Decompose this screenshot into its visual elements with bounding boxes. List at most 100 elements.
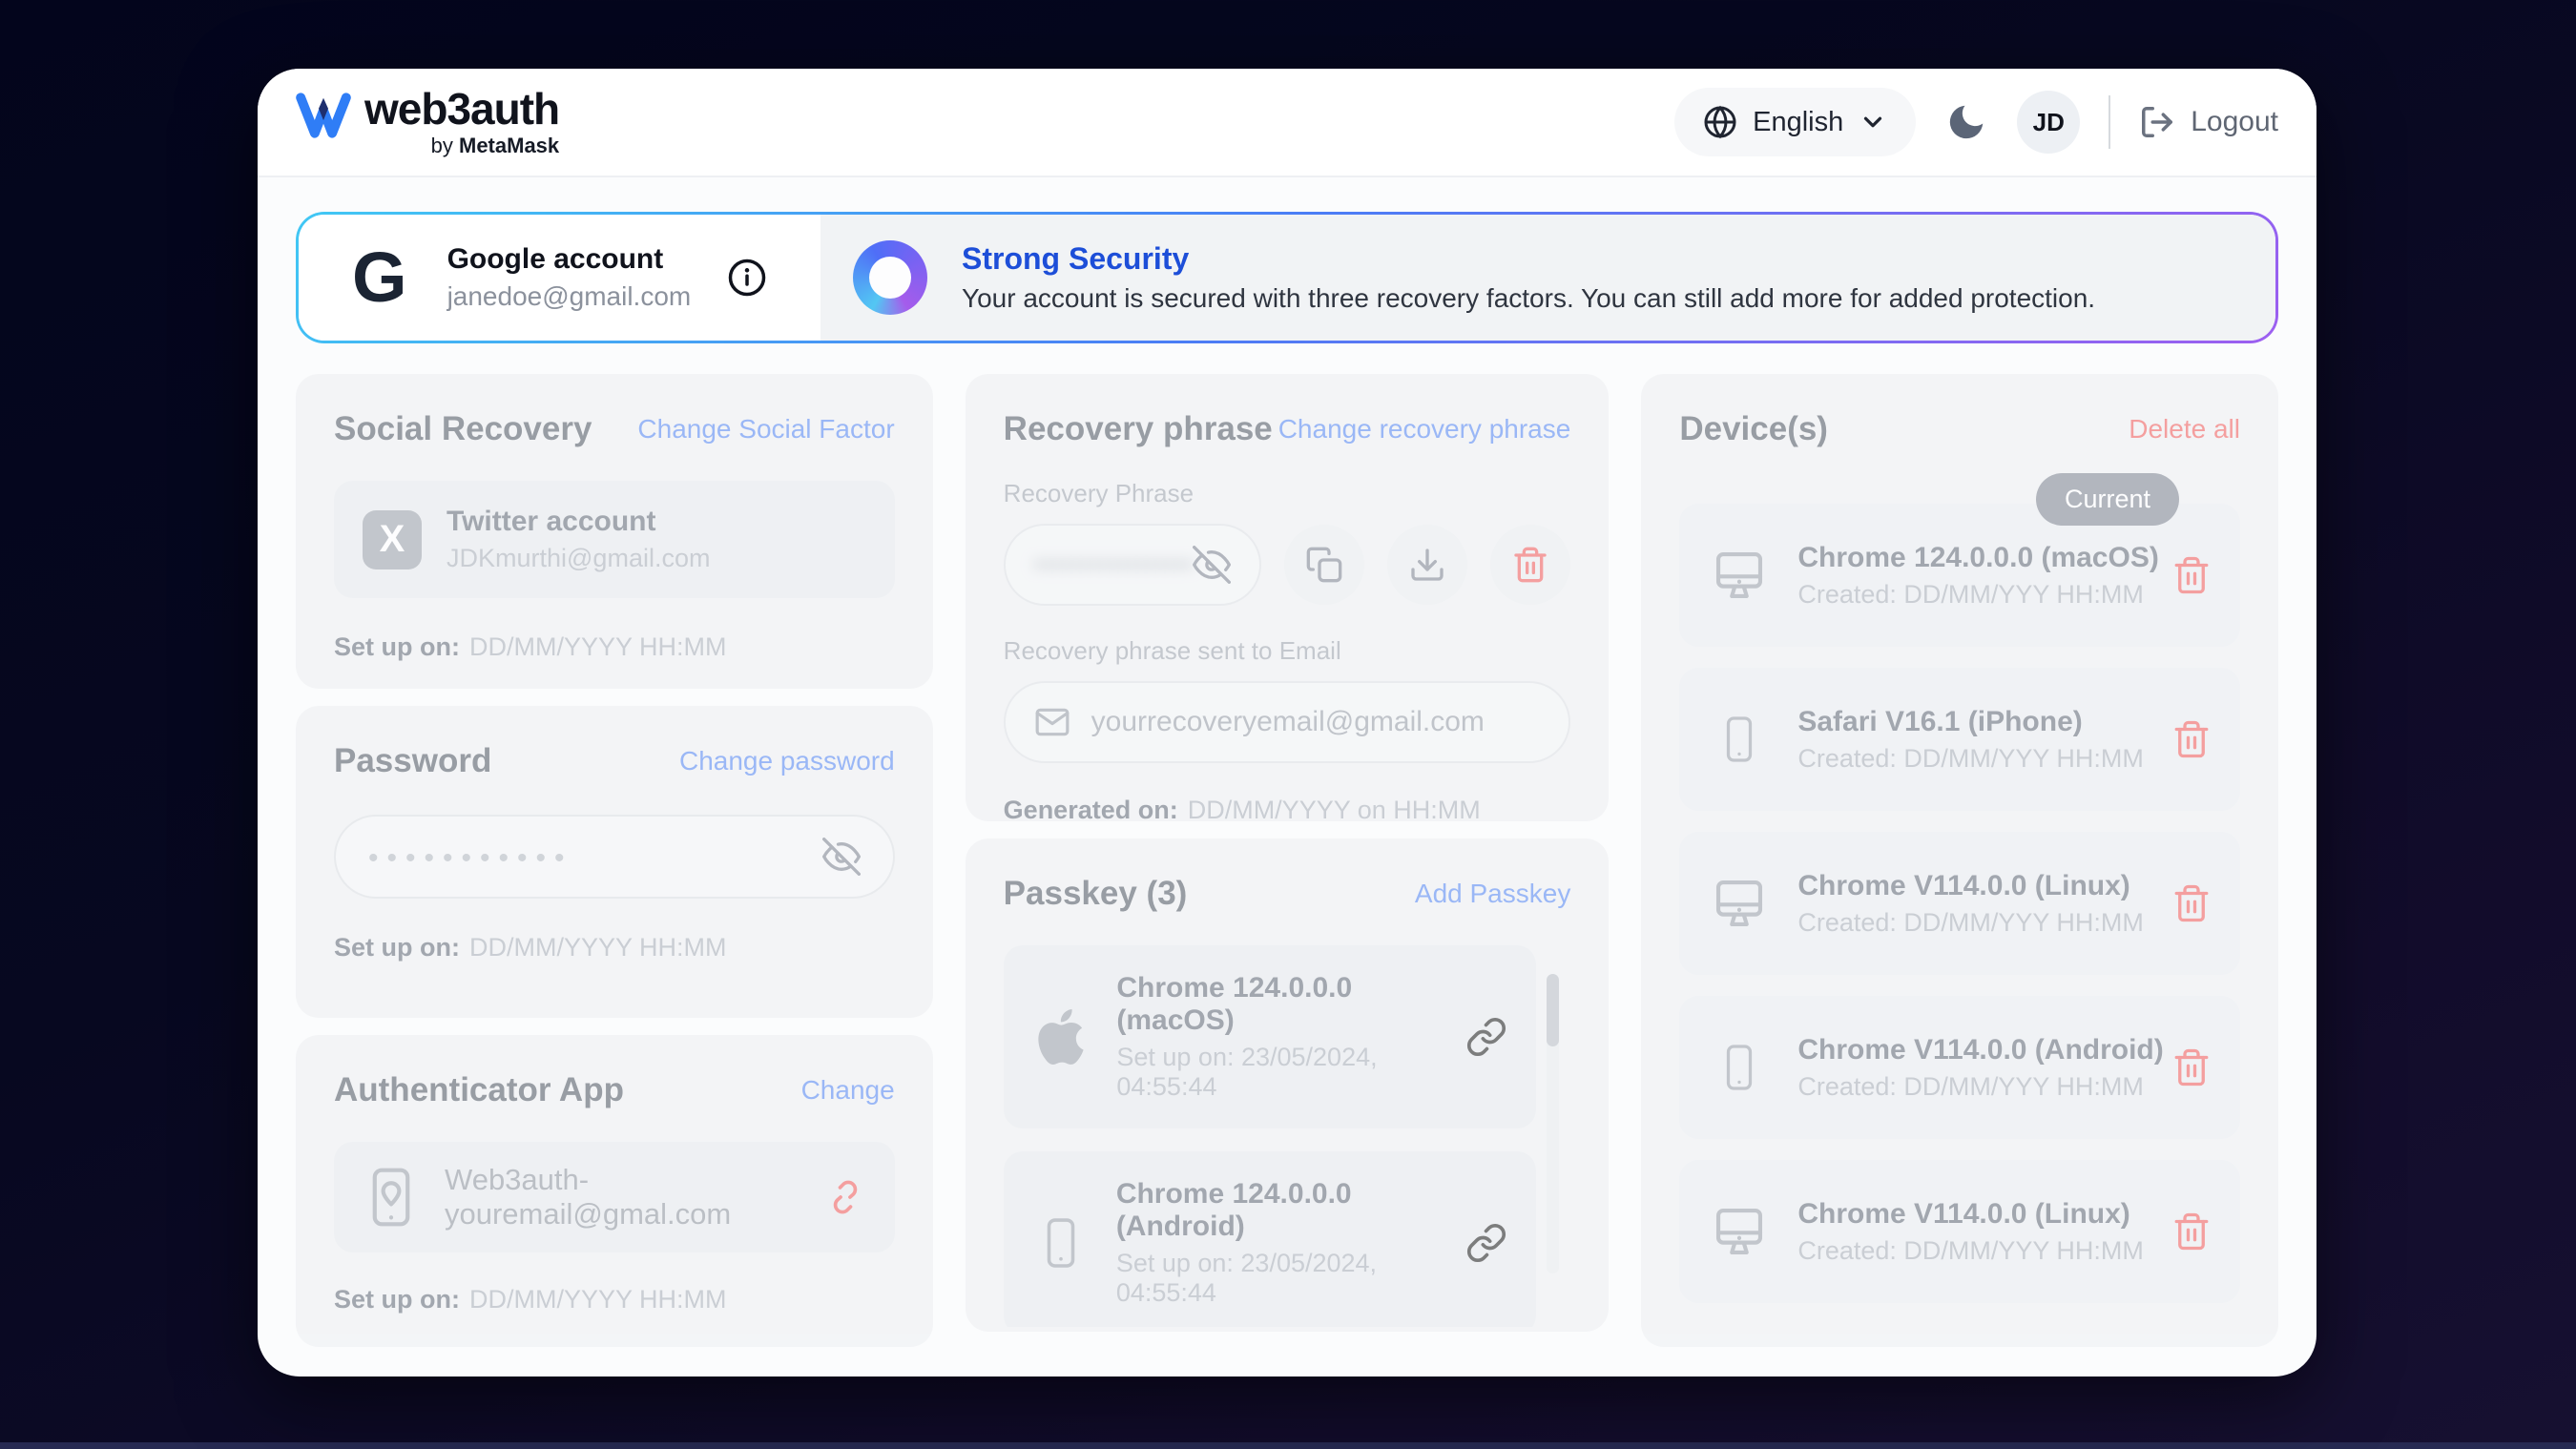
broken-link-icon[interactable]	[824, 1176, 866, 1218]
trash-icon	[1511, 546, 1549, 584]
phone-icon	[1708, 710, 1771, 769]
authenticator-account-row: Web3auth-youremail@gmal.com	[334, 1142, 895, 1252]
page-bottom-glow	[0, 1442, 2576, 1449]
authenticator-title: Authenticator App	[334, 1071, 624, 1109]
device-row-sub: Created: DD/MM/YYY HH:MM	[1797, 1072, 2163, 1102]
logout-label: Logout	[2191, 106, 2278, 138]
delete-device-icon[interactable]	[2171, 1047, 2212, 1087]
x-twitter-icon: X	[363, 510, 422, 569]
delete-device-icon[interactable]	[2171, 555, 2212, 595]
authenticator-account: Web3auth-youremail@gmal.com	[445, 1163, 824, 1232]
recovery-email-value: yourrecoveryemail@gmail.com	[1091, 706, 1485, 738]
delete-phrase-button[interactable]	[1490, 525, 1570, 605]
add-passkey-link[interactable]: Add Passkey	[1415, 879, 1570, 909]
delete-all-link[interactable]: Delete all	[2129, 414, 2240, 445]
authenticator-phone-icon	[363, 1167, 420, 1228]
settings-grid: Social Recovery Change Social Factor X T…	[296, 374, 2278, 1347]
passkey-row-title: Chrome 124.0.0.0 (Android)	[1116, 1178, 1466, 1243]
copy-icon	[1305, 546, 1343, 584]
header-controls: English JD Logout	[1674, 88, 2278, 156]
logout-icon	[2139, 104, 2175, 140]
delete-device-icon[interactable]	[2171, 719, 2212, 759]
main-panel: web3auth by MetaMask English	[258, 69, 2316, 1377]
brand-logo: web3auth by MetaMask	[296, 86, 559, 158]
header: web3auth by MetaMask English	[258, 69, 2316, 177]
recovery-email-label: Recovery phrase sent to Email	[1004, 636, 1571, 666]
device-row-sub: Created: DD/MM/YYY HH:MM	[1797, 580, 2159, 610]
password-card: Password Change password ••••••••••• Set…	[296, 706, 933, 1018]
web3auth-logo-icon	[296, 92, 351, 139]
change-recovery-phrase-link[interactable]: Change recovery phrase	[1278, 414, 1571, 445]
devices-card: Device(s) Delete all Current Chrome 124.…	[1641, 374, 2278, 1347]
current-device-badge: Current	[2036, 473, 2179, 526]
device-row: Chrome V114.0.0 (Linux) Created: DD/MM/Y…	[1679, 832, 2240, 975]
passkey-row-sub: Set up on: 23/05/2024, 04:55:44	[1116, 1249, 1466, 1308]
language-selector[interactable]: English	[1674, 88, 1916, 156]
eye-off-icon[interactable]	[1193, 546, 1231, 584]
delete-device-icon[interactable]	[2171, 1211, 2212, 1252]
device-row: Chrome V114.0.0 (Linux) Created: DD/MM/Y…	[1679, 1160, 2240, 1303]
recovery-phrase-title: Recovery phrase	[1004, 410, 1273, 448]
password-field[interactable]: •••••••••••	[334, 815, 895, 899]
change-authenticator-link[interactable]: Change	[801, 1075, 895, 1106]
chevron-down-icon	[1859, 108, 1887, 136]
recovery-phrase-masked: •••••••••••••••••	[1034, 549, 1194, 580]
passkey-scrollbar-track[interactable]	[1547, 974, 1559, 1273]
connected-account-section: G Google account janedoe@gmail.com	[299, 215, 821, 341]
social-recovery-card: Social Recovery Change Social Factor X T…	[296, 374, 933, 689]
info-icon[interactable]	[727, 258, 767, 298]
recovery-generated-line: Generated on:DD/MM/YYYY on HH:MM	[1004, 796, 1571, 821]
twitter-account-row: X Twitter account JDKmurthi@gmail.com	[334, 481, 895, 598]
twitter-account-email: JDKmurthi@gmail.com	[447, 544, 710, 573]
security-status-desc: Your account is secured with three recov…	[962, 283, 2095, 314]
delete-device-icon[interactable]	[2171, 883, 2212, 923]
globe-icon	[1703, 105, 1737, 139]
devices-title: Device(s)	[1679, 410, 1828, 448]
mail-icon	[1034, 704, 1070, 740]
recovery-email-field[interactable]: yourrecoveryemail@gmail.com	[1004, 681, 1571, 763]
authenticator-card: Authenticator App Change Web3auth-yourem…	[296, 1035, 933, 1347]
social-recovery-title: Social Recovery	[334, 410, 592, 448]
language-label: English	[1753, 107, 1843, 138]
passkey-row-sub: Set up on: 23/05/2024, 04:55:44	[1116, 1043, 1465, 1102]
device-row: Chrome V114.0.0 (Android) Created: DD/MM…	[1679, 996, 2240, 1139]
account-email: janedoe@gmail.com	[447, 281, 692, 312]
apple-icon	[1032, 1006, 1091, 1067]
device-row-sub: Created: DD/MM/YYY HH:MM	[1797, 744, 2144, 774]
twitter-account-title: Twitter account	[447, 506, 710, 538]
passkey-row: Chrome 124.0.0.0 (macOS) Set up on: 23/0…	[1004, 945, 1537, 1128]
passkey-scrollbar-thumb[interactable]	[1547, 974, 1559, 1046]
logout-button[interactable]: Logout	[2139, 104, 2278, 140]
link-icon[interactable]	[1465, 1222, 1507, 1264]
user-avatar[interactable]: JD	[2017, 91, 2080, 154]
passkey-title: Passkey (3)	[1004, 875, 1188, 913]
recovery-phrase-field[interactable]: •••••••••••••••••	[1004, 524, 1262, 606]
change-password-link[interactable]: Change password	[679, 746, 895, 776]
device-row-sub: Created: DD/MM/YYY HH:MM	[1797, 1236, 2144, 1266]
security-status-section: Strong Security Your account is secured …	[821, 215, 2275, 341]
device-row-title: Chrome V114.0.0 (Android)	[1797, 1034, 2163, 1066]
device-row-sub: Created: DD/MM/YYY HH:MM	[1797, 908, 2144, 938]
security-ring-icon	[853, 240, 927, 315]
recovery-phrase-card: Recovery phrase Change recovery phrase R…	[966, 374, 1610, 821]
link-icon[interactable]	[1465, 1016, 1507, 1058]
social-setup-line: Set up on:DD/MM/YYYY HH:MM	[334, 632, 895, 662]
download-icon	[1408, 546, 1446, 584]
password-title: Password	[334, 742, 491, 780]
download-phrase-button[interactable]	[1387, 525, 1467, 605]
password-masked-value: •••••••••••	[368, 842, 573, 875]
change-social-factor-link[interactable]: Change Social Factor	[637, 414, 894, 445]
device-row-title: Chrome 124.0.0.0 (macOS)	[1797, 542, 2159, 574]
passkey-row: Chrome 124.0.0.0 (Android) Set up on: 23…	[1004, 1151, 1537, 1327]
desktop-icon	[1708, 874, 1771, 933]
eye-off-icon[interactable]	[822, 838, 861, 876]
phone-icon	[1708, 1038, 1771, 1097]
device-row: Safari V16.1 (iPhone) Created: DD/MM/YYY…	[1679, 668, 2240, 811]
dark-mode-toggle[interactable]	[1944, 100, 1988, 144]
copy-phrase-button[interactable]	[1284, 525, 1364, 605]
passkey-card: Passkey (3) Add Passkey Chrome 124.0.0.0…	[966, 838, 1610, 1332]
desktop-icon	[1708, 546, 1771, 605]
security-status-title: Strong Security	[962, 241, 2095, 277]
account-title: Google account	[447, 243, 692, 276]
header-divider	[2109, 95, 2110, 149]
